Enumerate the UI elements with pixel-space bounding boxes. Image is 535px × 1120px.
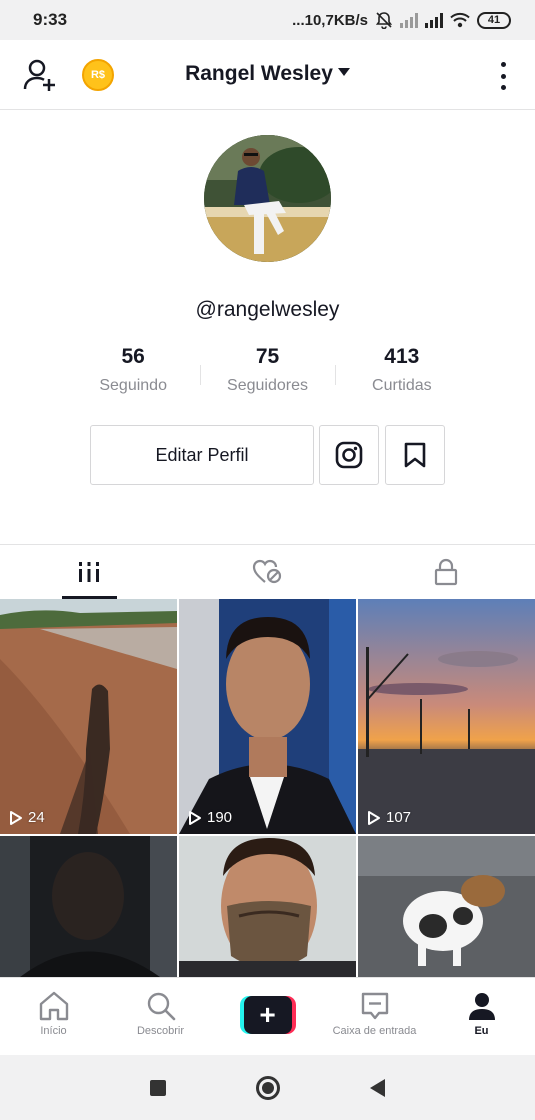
more-vertical-icon[interactable] [499, 62, 507, 90]
status-right: ...10,7KB/s 41 [292, 11, 511, 29]
video-grid: 24 190 107 [0, 599, 535, 977]
thumbnail-image [179, 836, 356, 977]
liked-hidden-icon [253, 559, 282, 584]
mute-icon [375, 12, 393, 29]
page-title: Rangel Wesley [185, 62, 333, 85]
stat-likes[interactable]: 413 Curtidas [334, 345, 469, 395]
play-icon [368, 810, 380, 825]
status-time: 9:33 [33, 10, 68, 29]
network-speed: ...10,7KB/s [292, 11, 368, 29]
grid-icon [79, 562, 100, 582]
thumbnail-image [358, 599, 535, 834]
tab-private[interactable] [357, 545, 535, 599]
profile-tabs [0, 544, 535, 599]
play-icon [189, 810, 201, 825]
view-count-value: 190 [207, 809, 233, 826]
recent-apps-icon[interactable] [150, 1079, 166, 1096]
thumbnail-image [358, 836, 535, 977]
view-count: 190 [188, 809, 232, 826]
signal-icon [400, 12, 418, 28]
instagram-button[interactable] [319, 425, 379, 485]
profile-icon [468, 993, 495, 1020]
status-bar: 9:33 ...10,7KB/s 41 [0, 0, 535, 40]
chevron-down-icon [337, 68, 350, 77]
nav-item-home[interactable]: Início [0, 978, 107, 1055]
video-thumbnail[interactable] [179, 836, 356, 977]
stat-label: Curtidas [372, 377, 432, 394]
instagram-icon [335, 441, 363, 469]
wifi-icon [450, 12, 470, 28]
nav-label: Descobrir [136, 1025, 185, 1037]
back-icon[interactable] [370, 1078, 385, 1097]
avatar[interactable] [204, 135, 331, 262]
favorites-button[interactable] [385, 425, 445, 485]
home-button-icon[interactable] [256, 1075, 280, 1100]
nav-label: Início [40, 1025, 67, 1037]
profile-stats: 56 Seguindo 75 Seguidores 413 Curtidas [66, 345, 469, 395]
signal-icon [425, 12, 443, 28]
stat-value: 56 [121, 345, 145, 368]
avatar-photo [204, 135, 331, 262]
system-nav-bar [0, 1055, 535, 1120]
view-count: 24 [9, 809, 45, 826]
nav-item-create[interactable]: + [214, 978, 321, 1055]
stat-label: Seguindo [99, 377, 167, 394]
search-icon [147, 992, 175, 1021]
video-thumbnail[interactable]: 190 [179, 599, 356, 834]
account-switcher[interactable]: Rangel Wesley [0, 62, 535, 86]
inbox-icon [361, 992, 388, 1020]
view-count-value: 107 [386, 809, 412, 826]
stat-value: 75 [255, 345, 280, 368]
view-count: 107 [367, 809, 411, 826]
nav-item-me[interactable]: Eu [428, 978, 535, 1055]
stat-followers[interactable]: 75 Seguidores [200, 345, 334, 395]
battery-icon: 41 [477, 11, 511, 29]
stat-label: Seguidores [227, 377, 308, 394]
thumbnail-image [0, 599, 177, 834]
edit-profile-button[interactable]: Editar Perfil [90, 425, 314, 485]
nav-label: Caixa de entrada [332, 1025, 417, 1037]
tab-videos[interactable] [0, 545, 178, 599]
thumbnail-image [179, 599, 356, 834]
bottom-nav: Início Descobrir + Caixa de entrada Eu [0, 977, 535, 1055]
nav-item-inbox[interactable]: Caixa de entrada [321, 978, 428, 1055]
tab-liked[interactable] [178, 545, 356, 599]
stat-following[interactable]: 56 Seguindo [66, 345, 200, 395]
bookmark-icon [404, 442, 426, 468]
nav-label: Eu [474, 1025, 489, 1037]
nav-item-discover[interactable]: Descobrir [107, 978, 214, 1055]
create-icon: + [239, 996, 296, 1034]
play-icon [10, 810, 22, 825]
lock-icon [434, 558, 457, 586]
video-thumbnail[interactable] [0, 836, 177, 977]
video-thumbnail[interactable]: 107 [358, 599, 535, 834]
home-icon [39, 991, 68, 1021]
thumbnail-image [0, 836, 177, 977]
view-count-value: 24 [28, 809, 45, 826]
profile-header: R$ Rangel Wesley [0, 40, 535, 110]
stat-value: 413 [384, 345, 420, 368]
video-thumbnail[interactable] [358, 836, 535, 977]
video-thumbnail[interactable]: 24 [0, 599, 177, 834]
profile-handle: @rangelwesley [195, 298, 340, 321]
